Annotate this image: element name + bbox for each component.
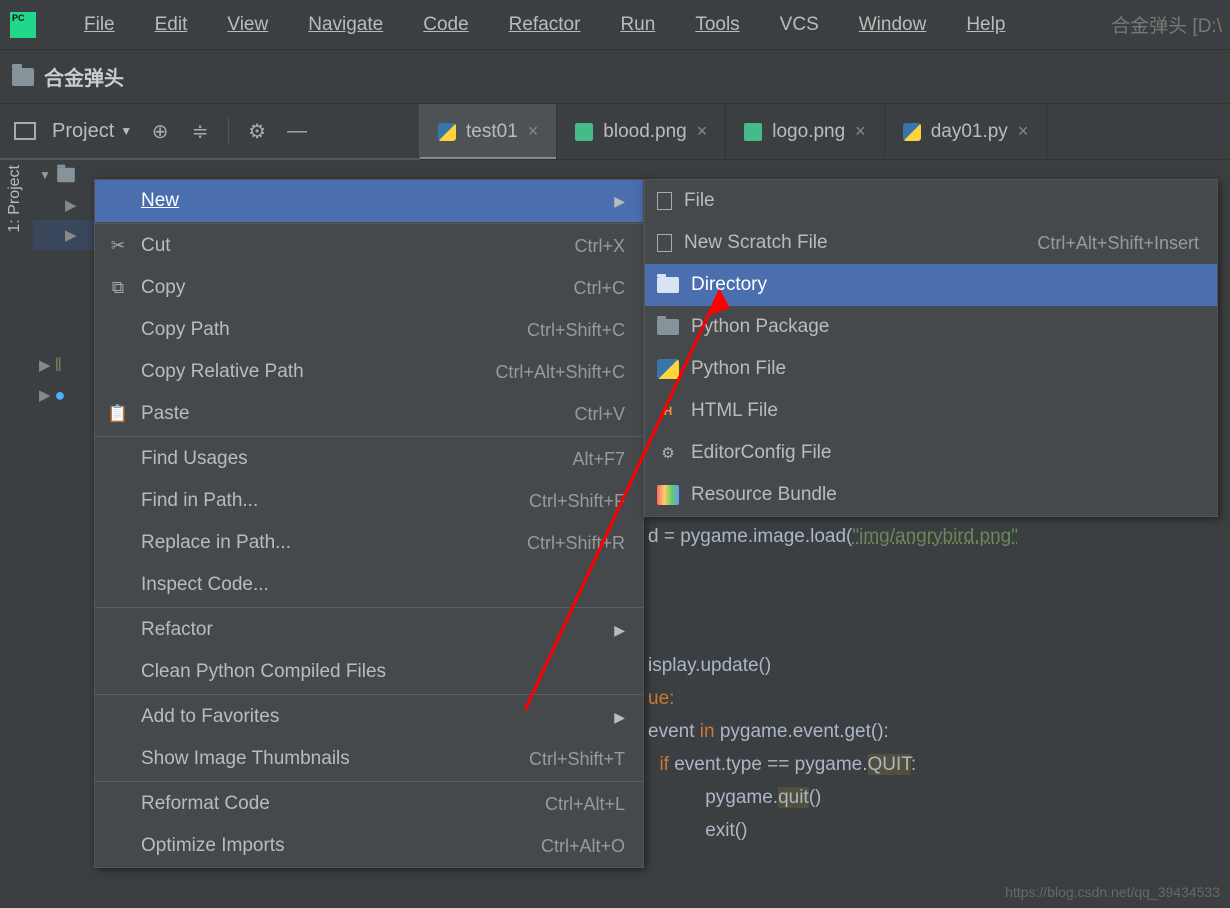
context-menu: New ▶ ✂ Cut Ctrl+X ⧉ Copy Ctrl+C Copy Pa… <box>94 179 644 868</box>
tree-row[interactable]: ▶ <box>33 220 98 250</box>
close-icon[interactable]: × <box>697 121 708 142</box>
project-tree: ▼ ▶ ▶ ▶‖ ▶● <box>33 160 98 480</box>
file-icon <box>657 234 672 252</box>
cm-find-in-path[interactable]: Find in Path... Ctrl+Shift+F <box>95 480 643 522</box>
sm-resource-bundle[interactable]: Resource Bundle <box>645 474 1217 516</box>
tree-row[interactable]: ▶ <box>33 190 98 220</box>
menu-refactor[interactable]: Refactor <box>489 14 601 36</box>
paste-icon: 📋 <box>107 404 129 424</box>
chevron-right-icon: ▶ <box>614 709 625 726</box>
tab-day01-py[interactable]: day01.py × <box>885 104 1048 159</box>
tree-row[interactable]: ▶● <box>33 380 98 410</box>
gear-icon: ⚙ <box>657 443 679 463</box>
cm-reformat-code[interactable]: Reformat Code Ctrl+Alt+L <box>95 783 643 825</box>
menu-edit[interactable]: Edit <box>135 14 208 36</box>
window-title-suffix: 合金弹头 [D:\ <box>1111 11 1230 38</box>
project-view-selector[interactable]: Project▼ <box>52 120 132 143</box>
editor-tabs: test01 × blood.png × logo.png × day01.py… <box>420 104 1230 159</box>
watermark: https://blog.csdn.net/qq_39434533 <box>1005 884 1220 900</box>
cm-new[interactable]: New ▶ <box>95 180 643 222</box>
hide-icon[interactable]: — <box>285 120 309 143</box>
menubar: File Edit View Navigate Code Refactor Ru… <box>0 0 1230 50</box>
cm-replace-in-path[interactable]: Replace in Path... Ctrl+Shift+R <box>95 522 643 564</box>
cm-add-to-favorites[interactable]: Add to Favorites ▶ <box>95 696 643 738</box>
image-icon <box>744 123 762 141</box>
cut-icon: ✂ <box>107 236 129 256</box>
image-icon <box>575 123 593 141</box>
python-icon <box>438 123 456 141</box>
html-icon: H <box>657 401 679 421</box>
cm-copy[interactable]: ⧉ Copy Ctrl+C <box>95 267 643 309</box>
folder-icon <box>12 68 34 86</box>
settings-icon[interactable]: ⚙ <box>245 119 269 144</box>
sm-scratch-file[interactable]: New Scratch File Ctrl+Alt+Shift+Insert <box>645 222 1217 264</box>
locate-icon[interactable]: ⊕ <box>148 119 172 144</box>
code-editor[interactable]: d = pygame.image.load("img/angrybird.png… <box>648 520 1230 908</box>
menu-view[interactable]: View <box>207 14 288 36</box>
bundle-icon <box>657 485 679 505</box>
sm-file[interactable]: File <box>645 180 1217 222</box>
collapse-icon[interactable]: ≑ <box>188 119 212 144</box>
cm-copy-relative-path[interactable]: Copy Relative Path Ctrl+Alt+Shift+C <box>95 351 643 393</box>
sm-html-file[interactable]: H HTML File <box>645 390 1217 432</box>
menu-run[interactable]: Run <box>600 14 675 36</box>
sm-python-file[interactable]: Python File <box>645 348 1217 390</box>
tab-blood-png[interactable]: blood.png × <box>557 104 726 159</box>
close-icon[interactable]: × <box>855 121 866 142</box>
tool-window-stripe: 1: Project <box>0 160 30 420</box>
cm-copy-path[interactable]: Copy Path Ctrl+Shift+C <box>95 309 643 351</box>
cm-find-usages[interactable]: Find Usages Alt+F7 <box>95 438 643 480</box>
project-tool-tab[interactable]: 1: Project <box>6 165 24 233</box>
menu-help[interactable]: Help <box>946 14 1025 36</box>
cm-cut[interactable]: ✂ Cut Ctrl+X <box>95 225 643 267</box>
menu-tools[interactable]: Tools <box>675 14 759 36</box>
breadcrumb-bar: 合金弹头 <box>0 50 1230 104</box>
folder-icon <box>657 277 679 293</box>
copy-icon: ⧉ <box>107 278 129 298</box>
cm-inspect-code[interactable]: Inspect Code... <box>95 564 643 606</box>
menu-code[interactable]: Code <box>403 14 488 36</box>
close-icon[interactable]: × <box>528 121 539 142</box>
menu-navigate[interactable]: Navigate <box>288 14 403 36</box>
tree-row[interactable]: ▼ <box>33 160 98 190</box>
project-panel-header: Project▼ ⊕ ≑ ⚙ — <box>0 104 420 160</box>
folder-icon <box>657 319 679 335</box>
close-icon[interactable]: × <box>1018 121 1029 142</box>
tab-test01[interactable]: test01 × <box>420 104 557 159</box>
python-icon <box>657 359 679 379</box>
tab-logo-png[interactable]: logo.png × <box>726 104 884 159</box>
menu-file[interactable]: File <box>64 14 135 36</box>
cm-optimize-imports[interactable]: Optimize Imports Ctrl+Alt+O <box>95 825 643 867</box>
breadcrumb[interactable]: 合金弹头 <box>44 62 124 91</box>
cm-clean-python-compiled[interactable]: Clean Python Compiled Files <box>95 651 643 693</box>
cm-refactor[interactable]: Refactor ▶ <box>95 609 643 651</box>
menu-window[interactable]: Window <box>839 14 947 36</box>
app-icon <box>10 12 36 38</box>
sm-editorconfig-file[interactable]: ⚙ EditorConfig File <box>645 432 1217 474</box>
file-icon <box>657 192 672 210</box>
project-view-icon <box>14 122 36 140</box>
new-submenu: File New Scratch File Ctrl+Alt+Shift+Ins… <box>644 179 1218 517</box>
python-icon <box>903 123 921 141</box>
toolrow: Project▼ ⊕ ≑ ⚙ — test01 × blood.png × lo… <box>0 104 1230 160</box>
sm-directory[interactable]: Directory <box>645 264 1217 306</box>
chevron-right-icon: ▶ <box>614 193 625 210</box>
cm-show-image-thumbnails[interactable]: Show Image Thumbnails Ctrl+Shift+T <box>95 738 643 780</box>
menu-vcs[interactable]: VCS <box>760 14 839 36</box>
chevron-right-icon: ▶ <box>614 622 625 639</box>
sm-python-package[interactable]: Python Package <box>645 306 1217 348</box>
cm-paste[interactable]: 📋 Paste Ctrl+V <box>95 393 643 435</box>
tree-row[interactable]: ▶‖ <box>33 350 98 380</box>
